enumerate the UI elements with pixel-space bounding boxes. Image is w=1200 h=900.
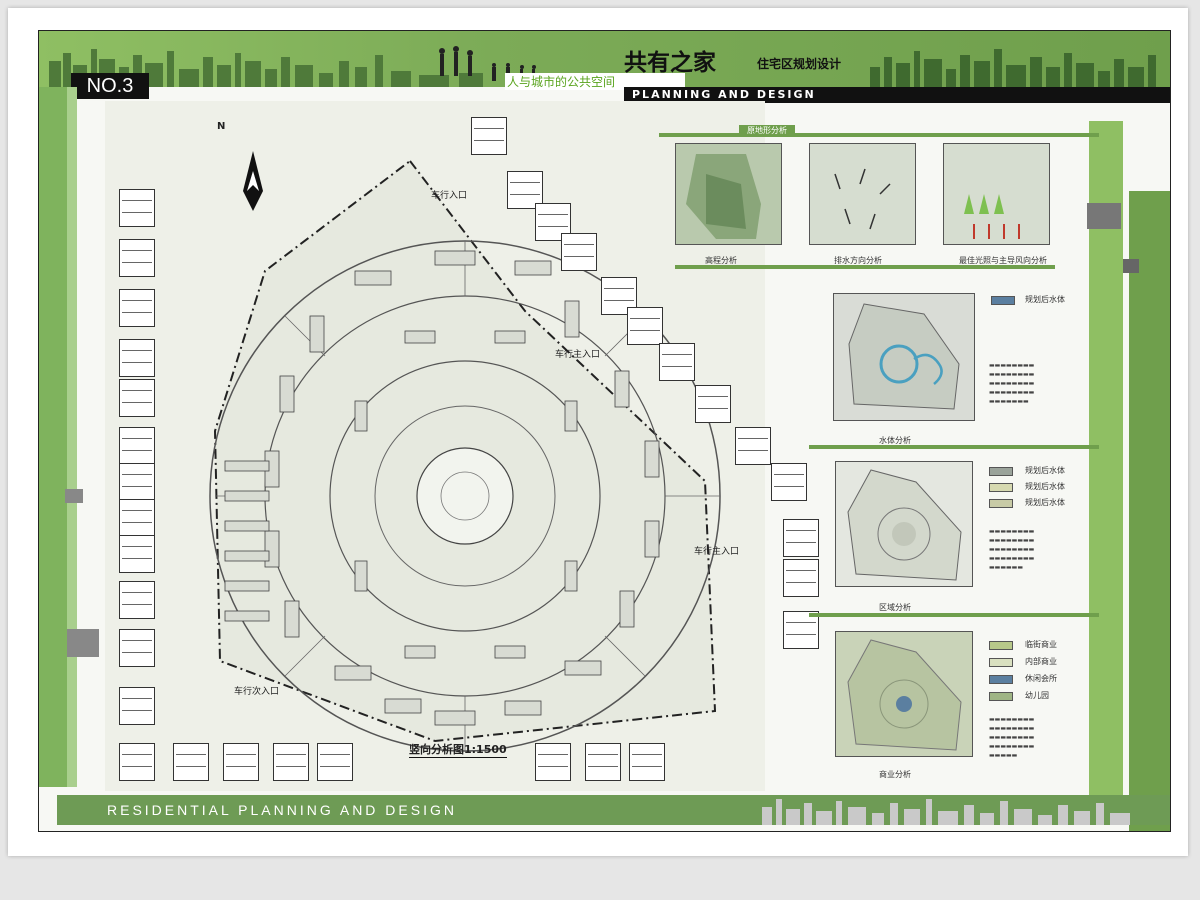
commerce-analysis-panel [835,631,973,757]
zone-description: ▬▬▬▬▬▬▬▬ ▬▬▬▬▬▬▬▬ ▬▬▬▬▬▬▬▬ ▬▬▬▬▬▬▬▬ ▬▬▬▬▬▬ [989,528,1035,571]
commerce-map [836,632,972,756]
zone-analysis-panel [835,461,973,587]
left-green-strip [39,87,67,787]
entrance-label: 车行主入口 [694,547,740,557]
coordinate-box [561,233,597,271]
water-analysis-panel [833,293,975,421]
coordinate-box [119,463,155,501]
sheet-number: NO.3 [71,73,149,99]
commerce-legend-label: 休闲会所 [1025,674,1057,683]
commerce-caption: 商业分析 [879,770,911,779]
grey-marker [67,629,99,657]
poster-sheet: 人与城市的公共空间 共有之家 住宅区规划设计 NO.3 PLANNING AND… [8,8,1188,856]
coordinate-box [119,629,155,667]
entrance-label: 车行次入口 [234,687,280,697]
poster-title: 共有之家 [624,49,716,76]
coordinate-box [627,307,663,345]
drainage-map [810,144,915,244]
coordinate-box [119,535,155,573]
water-bottom-bar [809,445,1099,449]
coordinate-box [119,687,155,725]
coordinate-box [273,743,309,781]
commerce-legend-swatch [989,692,1013,701]
master-plan [105,101,765,791]
zone-caption: 区域分析 [879,603,911,612]
poster-subtitle: 住宅区规划设计 [757,57,842,71]
right-dark-strip [1129,191,1170,831]
coordinate-box [695,385,731,423]
terrain-heading: 原地形分析 [739,125,795,136]
coordinate-box [783,559,819,597]
left-light-strip [67,87,77,787]
commerce-legend-label: 幼儿园 [1025,691,1049,700]
coordinate-box [173,743,209,781]
coordinate-box [629,743,665,781]
commerce-legend-swatch [989,675,1013,684]
coordinate-box [119,379,155,417]
city-skyline-right [870,49,1156,87]
grey-marker [1123,259,1139,273]
poster-frame: 人与城市的公共空间 共有之家 住宅区规划设计 NO.3 PLANNING AND… [38,30,1171,832]
footer-skyline [752,795,1170,825]
terrain-panel-drainage [809,143,916,245]
commerce-legend-swatch [989,658,1013,667]
coordinate-box [535,743,571,781]
zone-legend-label: 规划后水体 [1025,482,1065,491]
water-description: ▬▬▬▬▬▬▬▬ ▬▬▬▬▬▬▬▬ ▬▬▬▬▬▬▬▬ ▬▬▬▬▬▬▬▬ ▬▬▬▬▬▬▬ [989,362,1035,405]
commerce-description: ▬▬▬▬▬▬▬▬ ▬▬▬▬▬▬▬▬ ▬▬▬▬▬▬▬▬ ▬▬▬▬▬▬▬▬ ▬▬▬▬▬ [989,716,1035,759]
water-map [834,294,974,420]
north-label: N [217,121,226,132]
coordinate-box [223,743,259,781]
coordinate-box [119,239,155,277]
coordinate-box [317,743,353,781]
coordinate-box [119,339,155,377]
water-legend-swatch [991,296,1015,305]
coordinate-box [119,289,155,327]
zone-legend-swatch [989,483,1013,492]
terrain-panel-elevation [675,143,782,245]
coordinate-box [119,581,155,619]
terrain-top-bar [659,133,1099,137]
zone-map [836,462,972,586]
grey-marker [65,489,83,503]
zone-legend-swatch [989,499,1013,508]
footer-band: RESIDENTIAL PLANNING AND DESIGN [57,795,802,825]
coordinate-box [119,189,155,227]
entrance-label: 车行主入口 [555,350,601,360]
entrance-label: 车行入口 [431,191,468,201]
zone-legend-swatch [989,467,1013,476]
commerce-legend-label: 内部商业 [1025,657,1057,666]
sun-wind-map [944,144,1049,244]
elevation-map [676,144,781,244]
grey-marker [1087,203,1121,229]
coordinate-box [783,519,819,557]
zone-bottom-bar [809,613,1099,617]
zone-legend-label: 规划后水体 [1025,498,1065,507]
water-legend-label: 规划后水体 [1025,295,1065,304]
terrain-panel-sunwind [943,143,1050,245]
commerce-legend-swatch [989,641,1013,650]
coordinate-box [471,117,507,155]
coordinate-box [771,463,807,501]
zone-legend-label: 规划后水体 [1025,466,1065,475]
coordinate-box [119,427,155,465]
commerce-legend-label: 临街商业 [1025,640,1057,649]
terrain-bottom-bar [675,265,1055,269]
plan-caption: 竖向分析图1:1500 [409,743,507,758]
coordinate-box [119,499,155,537]
coordinate-box [659,343,695,381]
coordinate-box [585,743,621,781]
coordinate-box [119,743,155,781]
coordinate-box [735,427,771,465]
